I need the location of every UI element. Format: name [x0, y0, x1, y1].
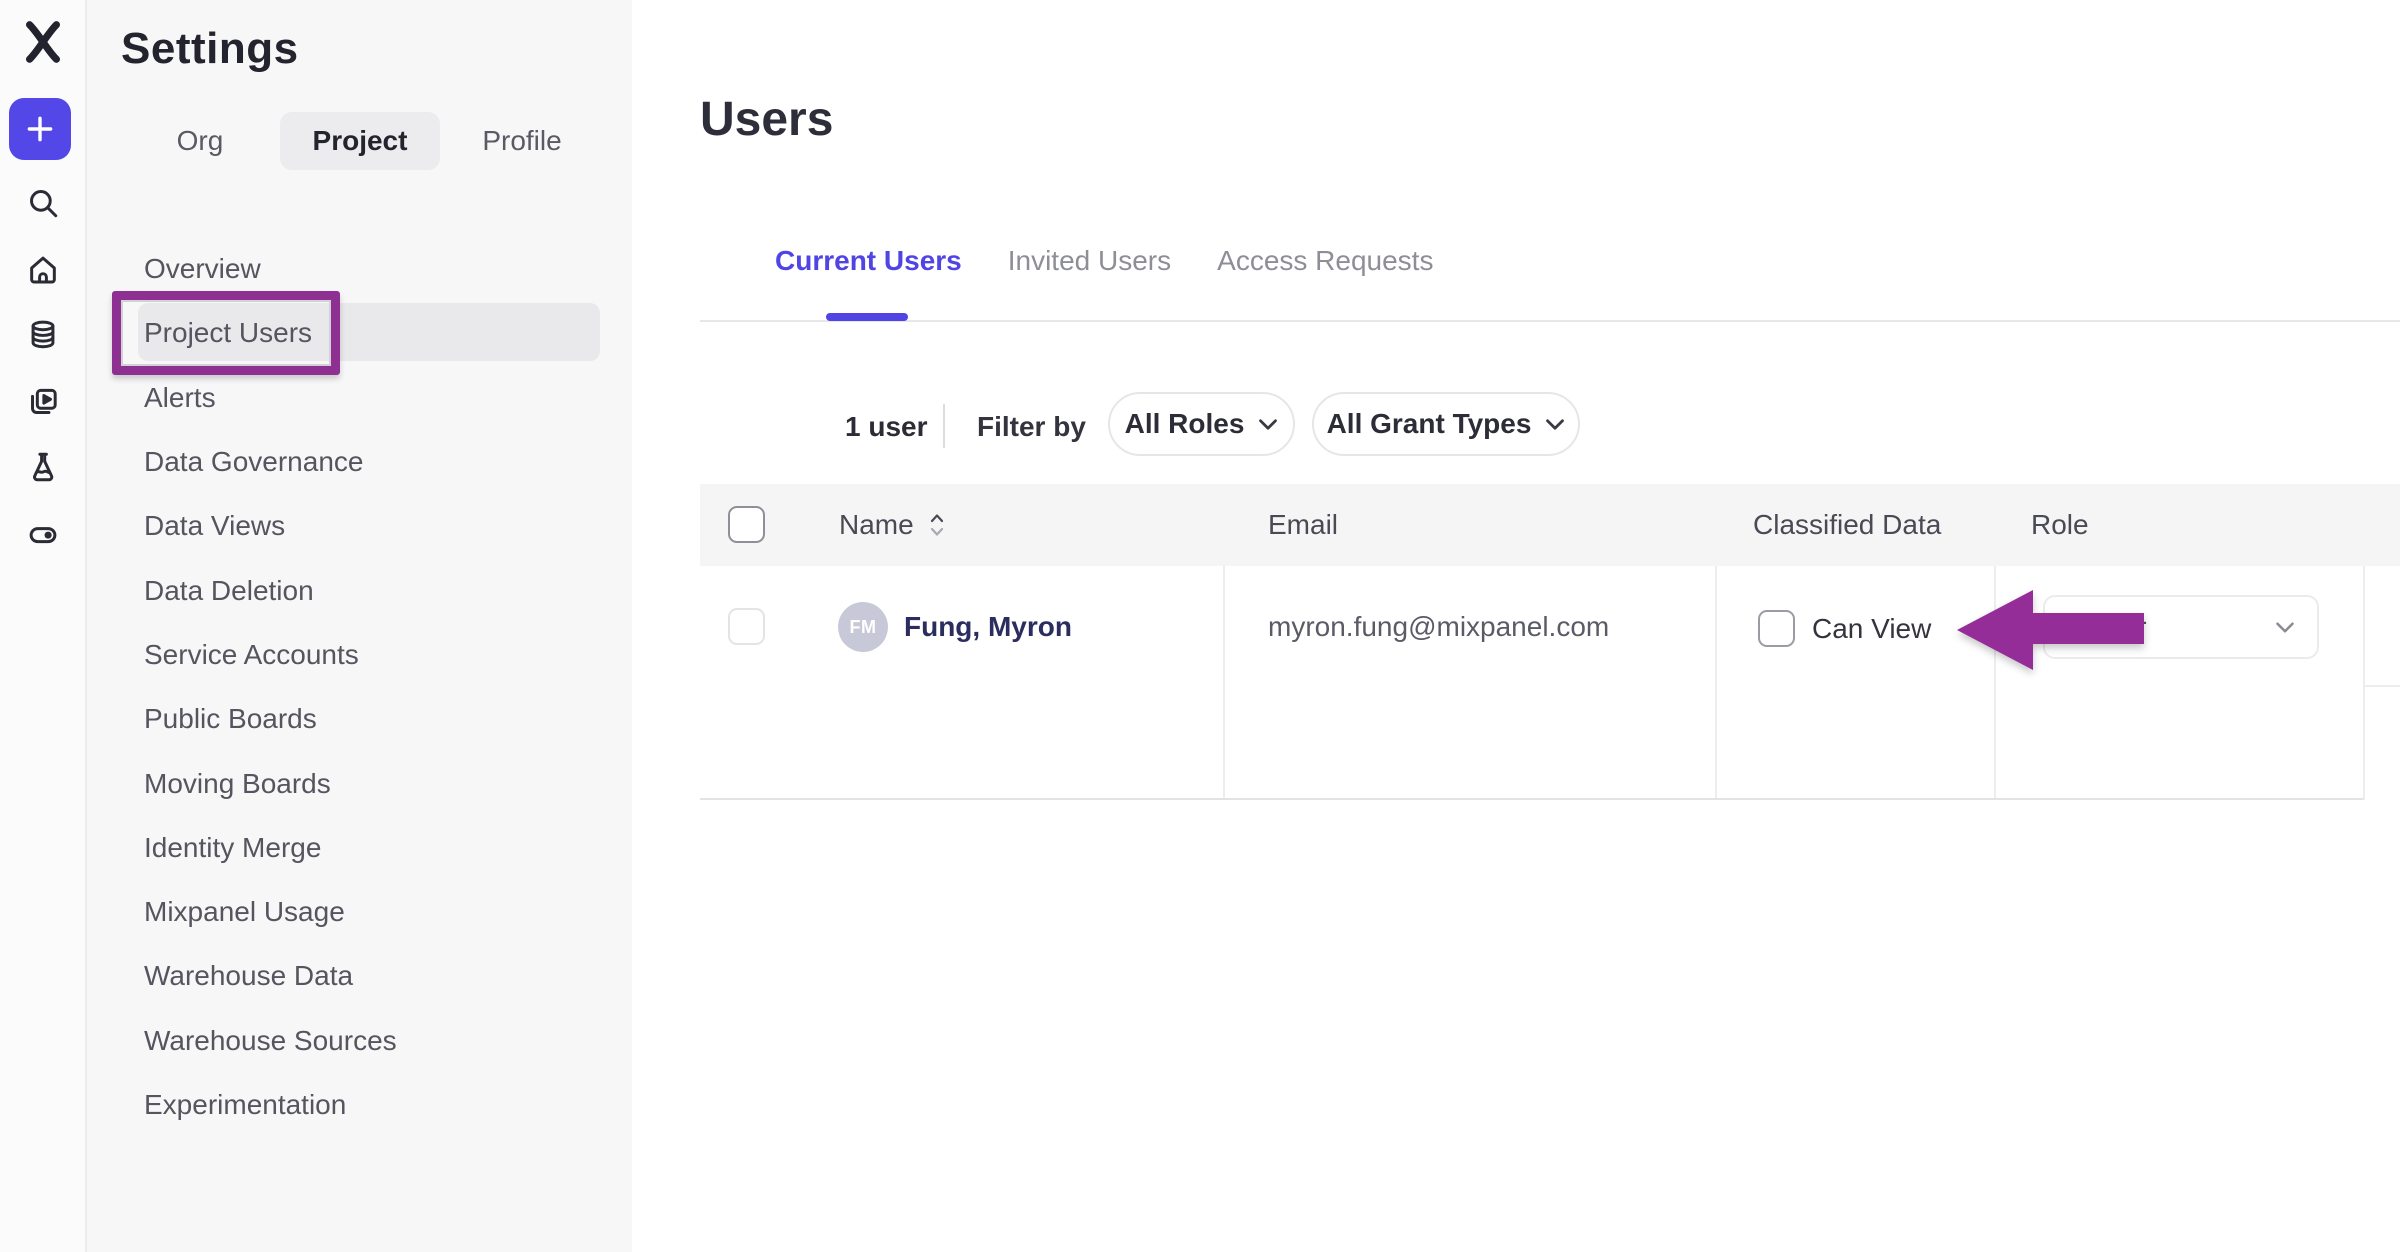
avatar: FM	[838, 602, 888, 652]
sidebar-item-warehouse-data[interactable]: Warehouse Data	[87, 944, 632, 1008]
sidebar-item-data-views[interactable]: Data Views	[87, 494, 632, 558]
column-header-classified: Classified Data	[1753, 484, 1941, 566]
sidebar-item-warehouse-sources[interactable]: Warehouse Sources	[87, 1009, 632, 1073]
sidebar-item-moving-boards[interactable]: Moving Boards	[87, 751, 632, 815]
mixpanel-settings-page: { "colors": { "accent": "#5044e4", "plus…	[0, 0, 2400, 1252]
search-icon[interactable]	[26, 186, 60, 220]
column-header-role: Role	[2031, 484, 2089, 566]
tab-profile[interactable]: Profile	[477, 112, 567, 170]
can-view-label: Can View	[1812, 611, 1931, 647]
user-count: 1 user	[845, 409, 928, 445]
tabs-divider	[700, 320, 2400, 322]
sidebar-item-service-accounts[interactable]: Service Accounts	[87, 623, 632, 687]
active-tab-underline	[826, 313, 908, 321]
table-header: Name Email Classified Data Role	[700, 484, 2400, 566]
column-header-name[interactable]: Name	[839, 484, 946, 566]
chevron-down-icon	[2275, 621, 2295, 634]
annotation-arrow	[1954, 584, 2150, 674]
row-border-right-segment	[2363, 685, 2400, 687]
column-divider	[2363, 566, 2365, 800]
classified-data-checkbox[interactable]	[1758, 610, 1795, 647]
sidebar-item-identity-merge[interactable]: Identity Merge	[87, 816, 632, 880]
sort-icon[interactable]	[928, 511, 946, 539]
chevron-down-icon	[1258, 418, 1278, 431]
user-email: myron.fung@mixpanel.com	[1268, 609, 1609, 645]
home-icon[interactable]	[26, 253, 60, 287]
page-title: Users	[700, 92, 833, 147]
user-name-link[interactable]: Fung, Myron	[904, 609, 1072, 645]
sidebar-item-overview[interactable]: Overview	[87, 237, 632, 301]
all-grant-types-label: All Grant Types	[1327, 408, 1532, 440]
users-tabs: Current Users Invited Users Access Reque…	[775, 241, 1433, 281]
tab-project[interactable]: Project	[280, 112, 440, 170]
flask-icon[interactable]	[26, 450, 60, 484]
sidebar-item-data-governance[interactable]: Data Governance	[87, 430, 632, 494]
mixpanel-logo[interactable]	[20, 19, 66, 65]
column-divider	[1223, 566, 1225, 800]
row-select-checkbox[interactable]	[728, 608, 765, 645]
row-border	[700, 798, 2363, 800]
toggle-icon[interactable]	[26, 516, 60, 550]
select-all-checkbox[interactable]	[728, 506, 765, 543]
chevron-down-icon	[1545, 418, 1565, 431]
sidebar-item-mixpanel-usage[interactable]: Mixpanel Usage	[87, 880, 632, 944]
settings-sidebar: Settings Org Project Profile Overview Pr…	[87, 0, 632, 1252]
settings-nav: Overview Project Users Alerts Data Gover…	[87, 237, 632, 1137]
tab-org[interactable]: Org	[160, 112, 240, 170]
sidebar-item-alerts[interactable]: Alerts	[87, 366, 632, 430]
sidebar-item-experimentation[interactable]: Experimentation	[87, 1073, 632, 1137]
icon-rail	[0, 0, 87, 1252]
tab-current-users[interactable]: Current Users	[775, 241, 962, 281]
tab-invited-users[interactable]: Invited Users	[1008, 241, 1171, 281]
sidebar-title: Settings	[121, 24, 299, 74]
arrow-shape	[1957, 590, 2144, 670]
database-icon[interactable]	[26, 318, 60, 352]
column-header-email: Email	[1268, 484, 1338, 566]
sidebar-item-project-users[interactable]: Project Users	[87, 301, 632, 365]
tab-access-requests[interactable]: Access Requests	[1217, 241, 1433, 281]
boards-icon[interactable]	[26, 385, 60, 419]
all-grant-types-dropdown[interactable]: All Grant Types	[1312, 392, 1580, 456]
all-roles-dropdown[interactable]: All Roles	[1108, 392, 1295, 456]
all-roles-label: All Roles	[1125, 408, 1245, 440]
sidebar-item-data-deletion[interactable]: Data Deletion	[87, 558, 632, 622]
sidebar-item-public-boards[interactable]: Public Boards	[87, 687, 632, 751]
plus-icon	[23, 112, 57, 146]
column-divider	[1715, 566, 1717, 800]
users-panel: Users Current Users Invited Users Access…	[632, 0, 2400, 1252]
toolbar-divider	[943, 404, 945, 448]
filter-by-label: Filter by	[977, 409, 1086, 445]
create-new-button[interactable]	[9, 98, 71, 160]
